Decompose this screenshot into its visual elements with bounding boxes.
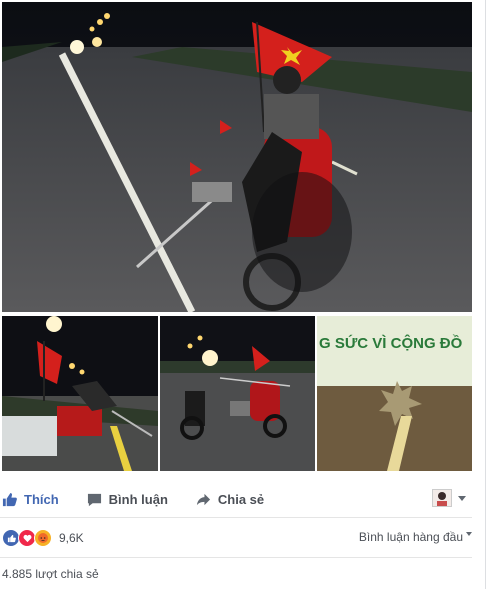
comment-button[interactable]: Bình luận	[87, 492, 168, 507]
comment-icon	[87, 493, 101, 506]
avatar-image	[433, 490, 451, 506]
roadside-photo	[2, 316, 158, 471]
post-photo-thumb-2[interactable]	[160, 316, 315, 471]
share-label: Chia sẻ	[217, 491, 265, 507]
chevron-down-icon	[466, 532, 472, 536]
comment-label: Bình luận	[108, 491, 168, 507]
reaction-icons[interactable]	[2, 529, 52, 547]
post-photo-thumb-1[interactable]	[2, 316, 158, 471]
share-arrow-icon	[196, 493, 210, 505]
sign-text: G SỨC VÌ CỘNG ĐỒ	[319, 334, 463, 352]
divider	[0, 517, 472, 518]
night-road-photo	[2, 2, 472, 312]
two-motorbikes-photo	[160, 316, 315, 471]
chevron-down-icon	[458, 495, 466, 501]
comment-sort-label: Bình luận hàng đầu	[358, 530, 463, 544]
post-card: G SỨC VÌ CỘNG ĐỒ Thích Bình luận Chia sẻ	[0, 0, 486, 589]
reactions-bar: 9,6K Bình luận hàng đầu	[0, 527, 472, 549]
post-action-bar: Thích Bình luận Chia sẻ	[0, 483, 472, 515]
like-button[interactable]: Thích	[2, 492, 59, 507]
thumbs-up-icon	[2, 492, 17, 506]
avatar	[432, 489, 452, 507]
sign-and-post-photo: G SỨC VÌ CỘNG ĐỒ	[317, 316, 472, 471]
post-photo-main[interactable]	[2, 2, 472, 312]
profile-switcher[interactable]	[432, 489, 466, 507]
share-button[interactable]: Chia sẻ	[196, 492, 264, 507]
share-count[interactable]: 4.885 lượt chia sẻ	[2, 567, 99, 581]
divider	[0, 557, 472, 558]
angry-icon	[34, 529, 52, 547]
like-label: Thích	[24, 491, 59, 507]
comment-sort-dropdown[interactable]: Bình luận hàng đầu	[359, 530, 472, 544]
reaction-count[interactable]: 9,6K	[59, 531, 84, 545]
post-photo-thumb-3[interactable]: G SỨC VÌ CỘNG ĐỒ	[317, 316, 472, 471]
